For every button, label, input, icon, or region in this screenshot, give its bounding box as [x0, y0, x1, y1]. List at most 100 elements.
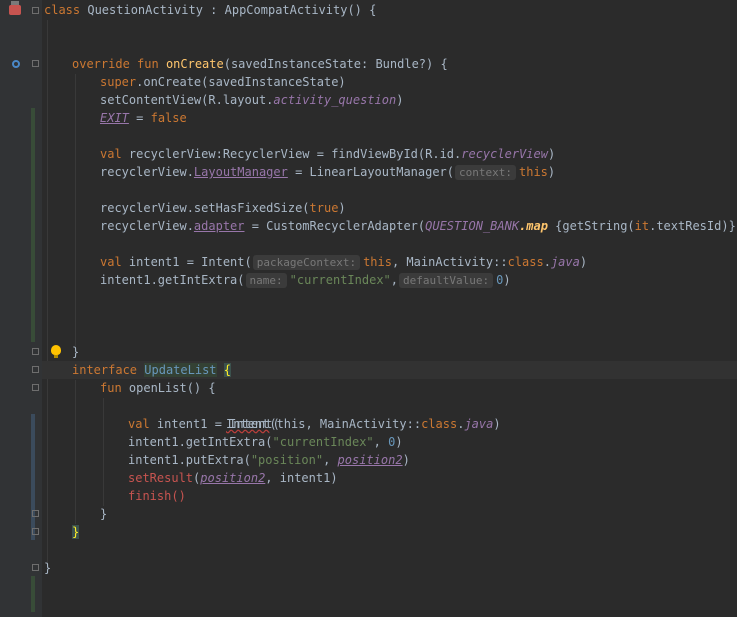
- editor-gutter: [0, 0, 42, 617]
- param-hint: context:: [455, 165, 516, 180]
- call: = LinearLayoutManager(: [287, 165, 455, 179]
- supertype: : AppCompatActivity() {: [202, 3, 377, 17]
- indent-guide: [47, 20, 48, 564]
- keyword: this: [519, 165, 548, 179]
- paren: ): [402, 453, 410, 467]
- code-line[interactable]: EXIT = false: [100, 109, 187, 127]
- call: .onCreate(savedInstanceState): [136, 75, 346, 89]
- brace: {: [223, 363, 231, 377]
- dot: .: [543, 255, 551, 269]
- paren: ): [579, 255, 588, 269]
- code-line[interactable]: finish(): [128, 487, 186, 505]
- declaration: intent1 = Intent(: [121, 255, 252, 269]
- declaration: recyclerView:RecyclerView = findViewById…: [121, 147, 462, 161]
- code-line[interactable]: interface UpdateList {: [72, 361, 231, 379]
- string-literal: "position": [250, 453, 324, 467]
- fold-icon[interactable]: [32, 366, 39, 373]
- indent-guide: [75, 380, 76, 524]
- code-line[interactable]: val recyclerView:RecyclerView = findView…: [100, 145, 555, 163]
- fold-icon[interactable]: [32, 348, 39, 355]
- call: setContentView(R.layout.: [100, 93, 274, 107]
- keyword: val: [128, 417, 150, 431]
- run-config-icon[interactable]: [9, 1, 21, 15]
- indent-guide: [75, 74, 76, 346]
- paren: ): [547, 165, 556, 179]
- param-hint: defaultValue:: [399, 273, 494, 288]
- code-line[interactable]: super.onCreate(savedInstanceState): [100, 73, 346, 91]
- error-call: finish(): [128, 489, 186, 503]
- const-ref: QUESTION_BANK: [425, 219, 520, 233]
- call: intent1.putExtra(: [128, 453, 251, 467]
- fold-icon[interactable]: [32, 510, 39, 517]
- fold-icon[interactable]: [32, 60, 39, 67]
- indent-guide: [103, 398, 104, 506]
- vcs-change-marker[interactable]: [31, 414, 35, 540]
- code-line[interactable]: fun openList() {: [100, 379, 216, 397]
- code-line[interactable]: }: [72, 343, 79, 361]
- code-line[interactable]: intent1.putExtra("position", position2): [128, 451, 410, 469]
- call: intent1.getIntExtra(: [128, 435, 273, 449]
- function-name: .map: [519, 219, 548, 233]
- operator: =: [128, 111, 151, 125]
- keyword: class: [421, 417, 458, 431]
- keyword: this: [363, 255, 392, 269]
- intention-bulb-icon[interactable]: [51, 345, 61, 358]
- code-line[interactable]: override fun onCreate(savedInstanceState…: [72, 55, 448, 73]
- args: , intent1): [265, 471, 338, 485]
- brace: }: [72, 525, 80, 539]
- code-line[interactable]: setContentView(R.layout.activity_questio…: [100, 91, 403, 109]
- keyword: class: [507, 255, 544, 269]
- string-literal: "currentIndex": [289, 273, 391, 287]
- paren: ): [396, 93, 404, 107]
- paren: ): [503, 273, 511, 287]
- fold-icon[interactable]: [32, 528, 39, 535]
- paren: ): [338, 201, 346, 215]
- lambda: {getString(: [547, 219, 635, 233]
- layout-ref: activity_question: [273, 93, 397, 107]
- code-line[interactable]: recyclerView.adapter = CustomRecyclerAda…: [100, 217, 737, 235]
- unresolved-ref: Intent: [226, 417, 270, 431]
- property-ref: adapter: [193, 219, 245, 233]
- code-line[interactable]: intent1.getIntExtra(name: "currentIndex",…: [100, 271, 511, 289]
- code-line[interactable]: class QuestionActivity : AppCompatActivi…: [44, 1, 376, 19]
- brace: }: [44, 561, 52, 575]
- code-line[interactable]: intent1.getIntExtra("currentIndex", 0): [128, 433, 403, 451]
- code-line[interactable]: }: [72, 523, 80, 541]
- function-name: onCreate: [165, 57, 224, 71]
- brace: }: [72, 345, 80, 359]
- error-call: setResult: [128, 471, 194, 485]
- property-ref: position2: [200, 471, 266, 485]
- fold-icon[interactable]: [32, 384, 39, 391]
- keyword: val: [100, 255, 122, 269]
- code-line[interactable]: setResult(position2, intent1): [128, 469, 338, 487]
- function-decl: openList() {: [121, 381, 216, 395]
- vcs-change-marker[interactable]: [31, 108, 35, 342]
- param-hint: packageContext:: [252, 255, 361, 270]
- keyword: fun: [100, 381, 122, 395]
- code-line[interactable]: Intent(this, MainActivity::class.java): [226, 415, 501, 433]
- fold-icon[interactable]: [32, 564, 39, 571]
- receiver: recyclerView.: [100, 219, 194, 233]
- override-icon[interactable]: [12, 60, 20, 68]
- call: intent1.getIntExtra(: [100, 273, 245, 287]
- comma: ,: [373, 435, 389, 449]
- code-line[interactable]: }: [100, 505, 107, 523]
- brace: }: [100, 507, 108, 521]
- keyword: false: [150, 111, 187, 125]
- fold-icon[interactable]: [32, 7, 39, 14]
- code-line[interactable]: }: [44, 559, 51, 577]
- property-ref: java: [550, 255, 580, 269]
- keyword: val: [100, 147, 122, 161]
- vcs-change-marker[interactable]: [31, 576, 35, 612]
- property-ref: LayoutManager: [193, 165, 288, 179]
- keyword: it: [634, 219, 650, 233]
- keyword: interface: [72, 363, 138, 377]
- code-line[interactable]: val intent1 = Intent(packageContext: this…: [100, 253, 587, 271]
- keyword: super: [100, 75, 137, 89]
- code-line[interactable]: recyclerView.setHasFixedSize(true): [100, 199, 346, 217]
- call: = CustomRecyclerAdapter(: [244, 219, 426, 233]
- code-line[interactable]: recyclerView.LayoutManager = LinearLayou…: [100, 163, 555, 181]
- id-ref: recyclerView: [461, 147, 548, 161]
